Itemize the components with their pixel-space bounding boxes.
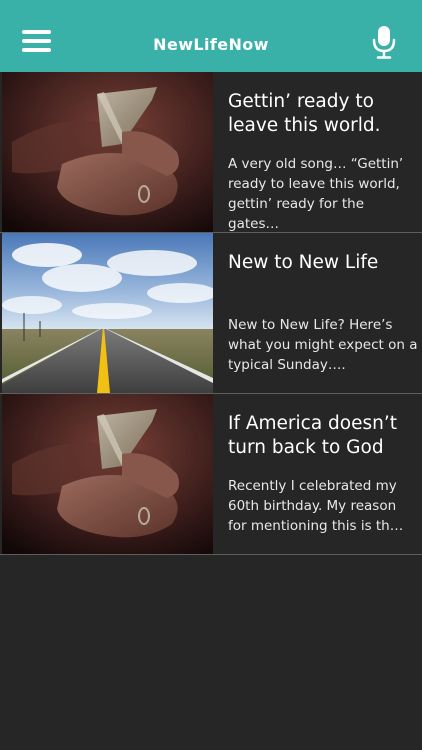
microphone-icon[interactable]: [371, 25, 397, 59]
post-excerpt: New to New Life? Here’s what you might e…: [228, 317, 418, 373]
top-app-bar: NewLifeNow: [0, 0, 422, 72]
app-title: NewLifeNow: [153, 35, 269, 54]
post-title: If America doesn’t turn back to God: [228, 413, 397, 458]
post-excerpt: A very old song… “Gettin’ ready to leave…: [228, 156, 404, 232]
post-title: Gettin’ ready to leave this world.: [228, 91, 381, 136]
post-image-hands-bible: [2, 72, 213, 232]
posts-list: Gettin’ ready to leave this world. A ver…: [0, 72, 422, 555]
post-excerpt: Recently I celebrated my 60th birthday. …: [228, 478, 404, 534]
post-title: New to New Life: [228, 252, 379, 273]
post-image-hands-bible: [2, 394, 213, 554]
post-row[interactable]: New to New Life New to New Life? Here’s …: [0, 233, 422, 394]
post-row[interactable]: Gettin’ ready to leave this world. A ver…: [0, 72, 422, 233]
app-screen: NewLifeNow Gettin’ ready to leave this w…: [0, 0, 422, 750]
post-image-open-road: [2, 233, 213, 393]
post-row[interactable]: If America doesn’t turn back to God Rece…: [0, 394, 422, 555]
